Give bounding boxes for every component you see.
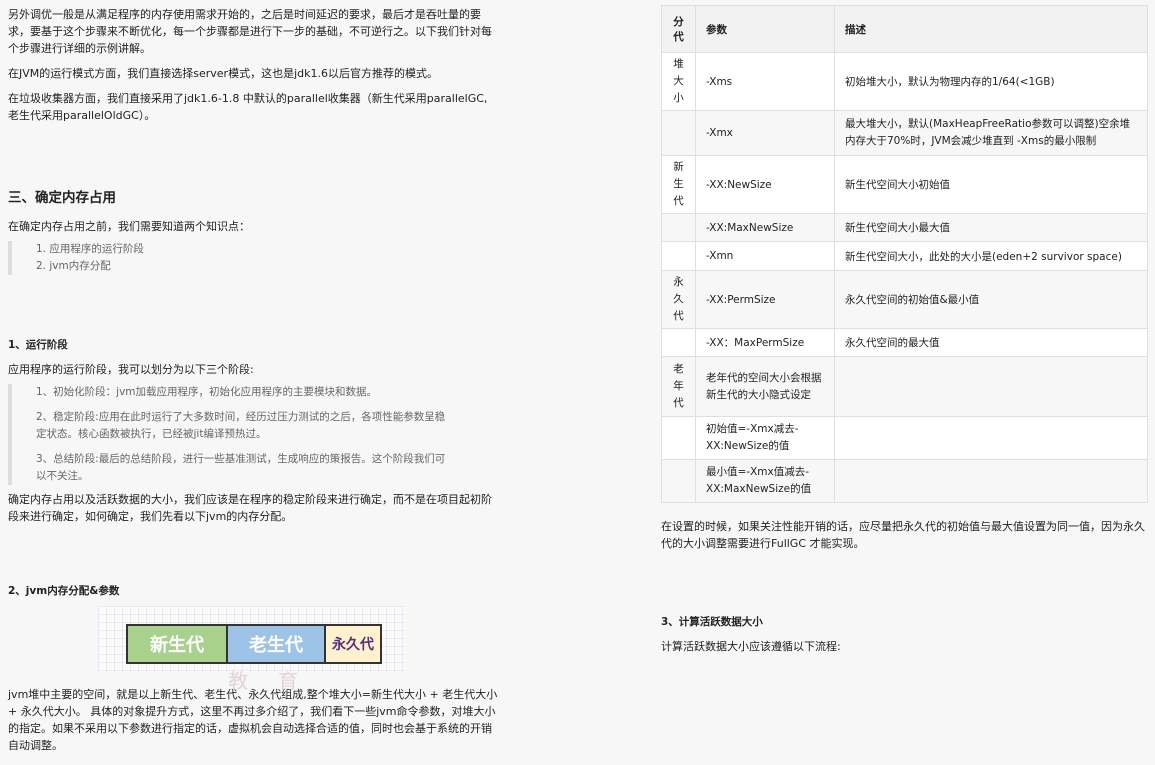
heap-generations-diagram: 马士兵教育 新生代 老生代 永久代	[98, 606, 406, 693]
cell-desc: 新生代空间大小最大值	[834, 213, 1148, 242]
cell-generation: 堆大小	[661, 52, 696, 111]
document-page: 另外调优一般是从满足程序的内存使用需求开始的，之后是时间延迟的要求，最后才是吞吐…	[0, 0, 1155, 765]
table-row: 初始值=-Xmx减去-XX:NewSize的值	[661, 416, 1148, 460]
list-item: 3、总结阶段:最后的总结阶段，进行一些基准测试，生成响应的策报告。这个阶段我们可…	[36, 453, 446, 482]
table-row: 老年代 老年代的空间大小会根据新生代的大小隐式设定	[661, 356, 1148, 417]
active-data-intro: 计算活跃数据大小应该遵循以下流程:	[661, 640, 841, 653]
cell-desc: 新生代空间大小初始值	[834, 155, 1148, 214]
intro-paragraph-3: 在垃圾收集器方面，我们直接采用了jdk1.6-1.8 中默认的parallel收…	[8, 92, 488, 122]
cell-param: 初始值=-Xmx减去-XX:NewSize的值	[695, 416, 835, 460]
cell-param: -XX：MaxPermSize	[695, 328, 835, 357]
header-generation: 分代	[661, 5, 696, 53]
run-stage-list: 1、初始化阶段：jvm加载应用程序，初始化应用程序的主要模块和数据。 2、稳定阶…	[8, 384, 448, 485]
cell-desc: 初始堆大小，默认为物理内存的1/64(<1GB)	[834, 52, 1148, 111]
cell-generation	[661, 213, 696, 242]
header-param: 参数	[695, 5, 835, 53]
cell-generation: 永久代	[661, 270, 696, 329]
cell-desc	[834, 459, 1148, 503]
cell-param: -XX:MaxNewSize	[695, 213, 835, 242]
cell-desc: 最大堆大小，默认(MaxHeapFreeRatio参数可以调整)空余堆内存大于7…	[834, 110, 1148, 156]
table-row: 新生代 -XX:NewSize 新生代空间大小初始值	[661, 155, 1148, 214]
table-note: 在设置的时候，如果关注性能开销的话，应尽量把永久代的初始值与最大值设置为同一值，…	[661, 520, 1145, 550]
table-row: 永久代 -XX:PermSize 永久代空间的初始值&最小值	[661, 270, 1148, 329]
table-row: 堆大小 -Xms 初始堆大小，默认为物理内存的1/64(<1GB)	[661, 52, 1148, 111]
intro-paragraph-2: 在JVM的运行模式方面，我们直接选择server模式，这也是jdk1.6以后官方…	[8, 67, 438, 80]
cell-param: 最小值=-Xmx值减去-XX:MaxNewSize的值	[695, 459, 835, 503]
table-row: -Xmn 新生代空间大小，此处的大小是(eden+2 survivor spac…	[661, 241, 1148, 271]
cell-generation	[661, 241, 696, 271]
cell-param: 老年代的空间大小会根据新生代的大小隐式设定	[695, 356, 835, 417]
cell-param: -Xmn	[695, 241, 835, 271]
table-row: 最小值=-Xmx值减去-XX:MaxNewSize的值	[661, 459, 1148, 503]
table-row: -XX:MaxNewSize 新生代空间大小最大值	[661, 213, 1148, 242]
table-row: -XX：MaxPermSize 永久代空间的最大值	[661, 328, 1148, 357]
header-desc: 描述	[834, 5, 1148, 53]
right-column: 分代 参数 描述 堆大小 -Xms 初始堆大小，默认为物理内存的1/64(<1G…	[580, 0, 1155, 765]
jvm-params-table: 分代 参数 描述 堆大小 -Xms 初始堆大小，默认为物理内存的1/64(<1G…	[661, 5, 1148, 503]
cell-param: -Xmx	[695, 110, 835, 156]
old-generation-block: 老生代	[226, 624, 324, 664]
cell-generation: 新生代	[661, 155, 696, 214]
cell-generation	[661, 416, 696, 460]
active-data-heading: 3、计算活跃数据大小	[661, 616, 763, 628]
memory-description: jvm堆中主要的空间，就是以上新生代、老生代、永久代组成,整个堆大小=新生代大小…	[8, 688, 498, 752]
cell-generation	[661, 328, 696, 357]
young-generation-block: 新生代	[126, 624, 226, 664]
run-stage-intro: 应用程序的运行阶段，我可以划分为以下三个阶段:	[8, 363, 254, 376]
cell-desc: 永久代空间的最大值	[834, 328, 1148, 357]
intro-paragraph-1: 另外调优一般是从满足程序的内存使用需求开始的，之后是时间延迟的要求，最后才是吞吐…	[8, 8, 492, 55]
knowledge-list: 1. 应用程序的运行阶段 2. jvm内存分配	[8, 241, 448, 275]
run-stage-conclusion: 确定内存占用以及活跃数据的大小，我们应该是在程序的稳定阶段来进行确定，而不是在项…	[8, 493, 492, 523]
cell-desc: 新生代空间大小，此处的大小是(eden+2 survivor space)	[834, 241, 1148, 271]
cell-desc	[834, 416, 1148, 460]
cell-desc	[834, 356, 1148, 417]
cell-param: -XX:NewSize	[695, 155, 835, 214]
list-item: 1. 应用程序的运行阶段	[36, 243, 144, 255]
mem-alloc-heading: 2、jvm内存分配&参数	[8, 585, 120, 597]
cell-param: -XX:PermSize	[695, 270, 835, 329]
list-item: 2、稳定阶段:应用在此时运行了大多数时间，经历过压力测试的之后，各项性能参数呈稳…	[36, 411, 446, 440]
list-item: 1、初始化阶段：jvm加载应用程序，初始化应用程序的主要模块和数据。	[36, 386, 378, 398]
cell-param: -Xms	[695, 52, 835, 111]
left-column: 另外调优一般是从满足程序的内存使用需求开始的，之后是时间延迟的要求，最后才是吞吐…	[0, 0, 580, 765]
cell-generation	[661, 110, 696, 156]
list-item: 2. jvm内存分配	[36, 260, 111, 272]
table-row: -Xmx 最大堆大小，默认(MaxHeapFreeRatio参数可以调整)空余堆…	[661, 110, 1148, 156]
cell-generation	[661, 459, 696, 503]
section-3-heading: 三、确定内存占用	[8, 190, 116, 206]
run-stage-heading: 1、运行阶段	[8, 339, 68, 351]
cell-generation: 老年代	[661, 356, 696, 417]
section-3-intro: 在确定内存占用之前，我们需要知道两个知识点：	[8, 220, 250, 233]
perm-generation-block: 永久代	[324, 624, 382, 664]
cell-desc: 永久代空间的初始值&最小值	[834, 270, 1148, 329]
